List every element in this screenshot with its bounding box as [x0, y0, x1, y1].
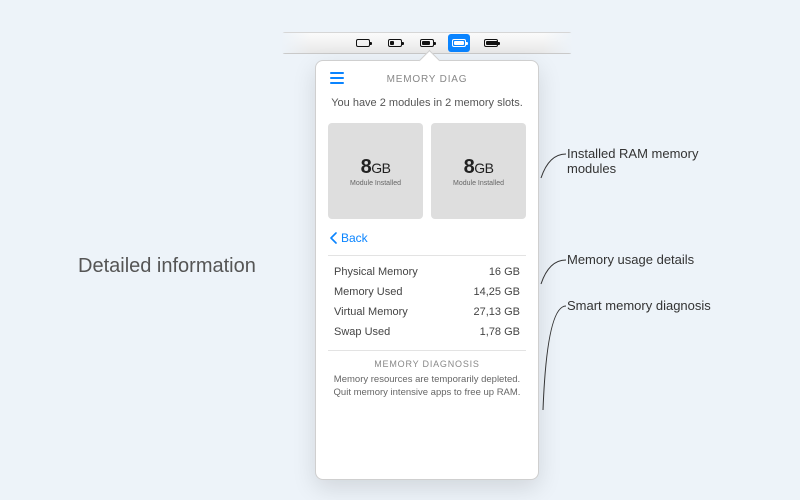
annotation-connector [539, 300, 569, 420]
memory-module-0: 8GB Module Installed [328, 123, 423, 219]
stat-label: Swap Used [334, 326, 474, 338]
menubar-item-1[interactable] [384, 34, 406, 52]
module-sub: Module Installed [350, 180, 401, 187]
diagnosis-text: Memory resources are temporarily deplete… [328, 374, 526, 400]
back-label: Back [341, 231, 368, 245]
stat-label: Virtual Memory [334, 306, 474, 318]
battery-icon [356, 39, 370, 47]
stat-label: Memory Used [334, 286, 474, 298]
menubar-item-0[interactable] [352, 34, 374, 52]
battery-icon [420, 39, 434, 47]
popover-subtitle: You have 2 modules in 2 memory slots. [328, 97, 526, 109]
memory-diag-popover: MEMORY DIAG You have 2 modules in 2 memo… [315, 60, 539, 480]
annotation-usage: Memory usage details [567, 252, 694, 267]
memory-modules: 8GB Module Installed 8GB Module Installe… [328, 123, 526, 219]
module-sub: Module Installed [453, 180, 504, 187]
detailed-info-caption: Detailed information [78, 255, 256, 278]
module-size: 8GB [361, 156, 391, 179]
memory-module-1: 8GB Module Installed [431, 123, 526, 219]
battery-icon [452, 39, 466, 47]
menubar-item-3[interactable] [448, 34, 470, 52]
stat-value: 14,25 GB [474, 286, 520, 298]
annotation-modules: Installed RAM memory modules [567, 146, 747, 176]
stat-value: 27,13 GB [474, 306, 520, 318]
divider [328, 255, 526, 256]
annotation-diagnosis: Smart memory diagnosis [567, 298, 711, 313]
divider [328, 350, 526, 351]
diagnosis-title: MEMORY DIAGNOSIS [328, 359, 526, 369]
battery-icon [484, 39, 498, 47]
popover-title: MEMORY DIAG [387, 74, 468, 85]
menu-icon[interactable] [330, 72, 344, 84]
popover-header: MEMORY DIAG [328, 71, 526, 87]
back-button[interactable]: Back [328, 231, 526, 245]
module-size: 8GB [464, 156, 494, 179]
stat-label: Physical Memory [334, 266, 474, 278]
menubar-item-4[interactable] [480, 34, 502, 52]
chevron-left-icon [330, 232, 338, 244]
annotation-connector [539, 148, 569, 188]
battery-icon [388, 39, 402, 47]
menubar-item-2[interactable] [416, 34, 438, 52]
stat-value: 16 GB [474, 266, 520, 278]
memory-stats: Physical Memory 16 GB Memory Used 14,25 … [328, 266, 526, 338]
stat-value: 1,78 GB [474, 326, 520, 338]
annotation-connector [539, 254, 569, 294]
